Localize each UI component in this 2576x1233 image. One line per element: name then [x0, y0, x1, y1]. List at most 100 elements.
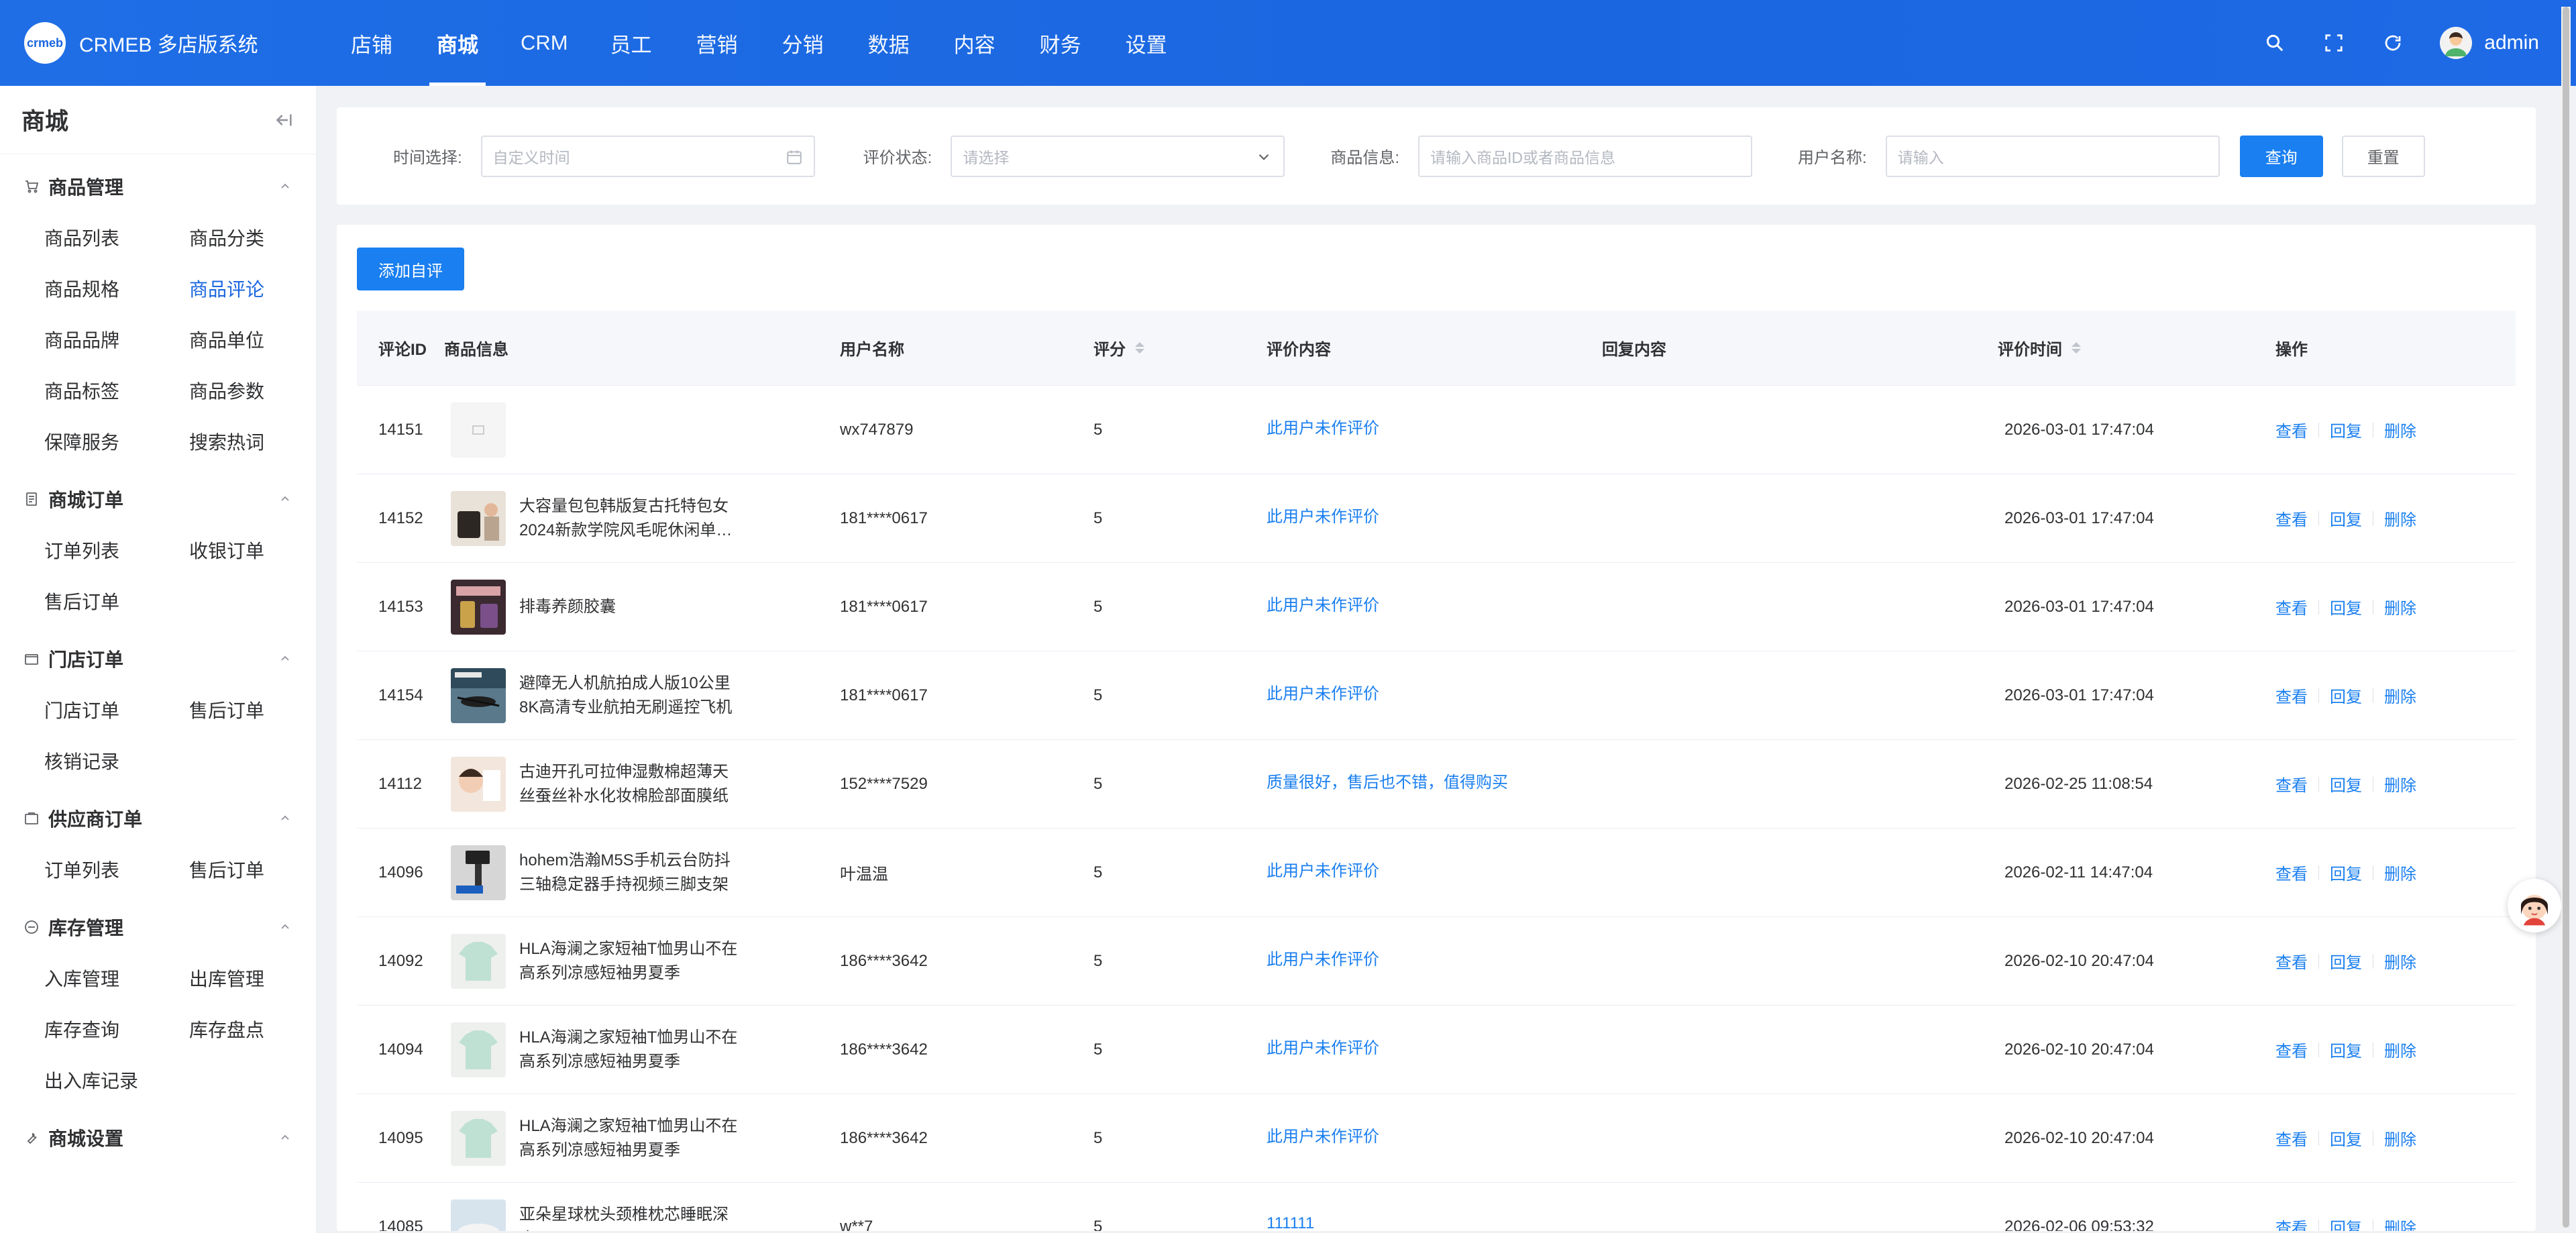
- reply-button[interactable]: 回复: [2330, 418, 2362, 441]
- reply-button[interactable]: 回复: [2330, 506, 2362, 530]
- sidebar-group-header[interactable]: 商城订单: [0, 474, 316, 525]
- topnav-item[interactable]: 店铺: [329, 0, 415, 86]
- reset-button[interactable]: 重置: [2341, 135, 2425, 177]
- query-button[interactable]: 查询: [2239, 135, 2323, 177]
- sidebar-item[interactable]: 保障服务: [44, 416, 189, 467]
- view-button[interactable]: 查看: [2275, 684, 2308, 707]
- sidebar-item[interactable]: 库存盘点: [189, 1004, 334, 1055]
- reply-button[interactable]: 回复: [2330, 1126, 2362, 1150]
- delete-button[interactable]: 删除: [2384, 506, 2416, 530]
- sidebar-item[interactable]: 出库管理: [189, 953, 334, 1004]
- sidebar-item[interactable]: 售后订单: [189, 684, 334, 735]
- reply-button[interactable]: 回复: [2330, 949, 2362, 973]
- product-thumbnail[interactable]: [451, 1199, 506, 1231]
- sidebar-item[interactable]: 商品分类: [189, 212, 334, 263]
- sidebar-group-header[interactable]: 库存管理: [0, 902, 316, 953]
- product-thumbnail[interactable]: [451, 933, 506, 989]
- sidebar-item[interactable]: 门店订单: [44, 684, 189, 735]
- product-thumbnail[interactable]: [451, 490, 506, 546]
- col-header-time[interactable]: 评价时间: [1990, 336, 2267, 360]
- delete-button[interactable]: 删除: [2384, 949, 2416, 973]
- product-thumbnail[interactable]: [451, 402, 506, 458]
- customer-service-avatar-icon[interactable]: [2508, 879, 2561, 932]
- sort-icon[interactable]: [2072, 342, 2081, 354]
- topnav-item[interactable]: 分销: [760, 0, 846, 86]
- topnav-item[interactable]: 财务: [1018, 0, 1104, 86]
- view-button[interactable]: 查看: [2275, 595, 2308, 619]
- delete-button[interactable]: 删除: [2384, 1038, 2416, 1061]
- product-thumbnail[interactable]: [451, 1110, 506, 1166]
- sidebar-item[interactable]: 订单列表: [44, 844, 189, 895]
- topnav-item[interactable]: 数据: [846, 0, 932, 86]
- sidebar-item[interactable]: 售后订单: [44, 576, 189, 627]
- col-header-score[interactable]: 评分: [1085, 336, 1258, 360]
- time-range-picker[interactable]: 自定义时间: [480, 135, 815, 177]
- sidebar-item[interactable]: 商品规格: [44, 263, 189, 314]
- product-thumbnail[interactable]: [451, 756, 506, 812]
- user-menu[interactable]: admin: [2440, 27, 2539, 59]
- refresh-icon[interactable]: [2381, 31, 2405, 55]
- topnav-item[interactable]: 内容: [932, 0, 1018, 86]
- view-button[interactable]: 查看: [2275, 772, 2308, 796]
- sort-icon[interactable]: [1135, 342, 1144, 354]
- search-icon[interactable]: [2263, 31, 2287, 55]
- collapse-sidebar-icon[interactable]: [272, 109, 294, 131]
- sidebar-item[interactable]: 商品品牌: [44, 314, 189, 365]
- username-input[interactable]: 请输入: [1885, 135, 2220, 177]
- app-logo[interactable]: crmeb CRMEB 多店版系统: [0, 22, 329, 64]
- sidebar-group-header[interactable]: 供应商订单: [0, 793, 316, 844]
- sidebar-group-header[interactable]: 商城设置: [0, 1112, 316, 1163]
- sidebar-item[interactable]: 入库管理: [44, 953, 189, 1004]
- status-select[interactable]: 请选择: [951, 135, 1285, 177]
- view-button[interactable]: 查看: [2275, 418, 2308, 441]
- reply-button[interactable]: 回复: [2330, 684, 2362, 707]
- reply-button[interactable]: 回复: [2330, 1038, 2362, 1061]
- sidebar-item[interactable]: 商品标签: [44, 365, 189, 416]
- sidebar-item[interactable]: 收银订单: [189, 525, 334, 576]
- sidebar-item[interactable]: 商品评论: [189, 263, 334, 314]
- delete-button[interactable]: 删除: [2384, 1215, 2416, 1231]
- sidebar-item[interactable]: 库存查询: [44, 1004, 189, 1055]
- topnav-item[interactable]: 商城: [415, 0, 500, 86]
- sidebar-item[interactable]: 核销记录: [44, 735, 189, 786]
- reply-button[interactable]: 回复: [2330, 595, 2362, 619]
- fullscreen-icon[interactable]: [2322, 31, 2346, 55]
- add-self-review-button[interactable]: 添加自评: [357, 248, 464, 290]
- reply-button[interactable]: 回复: [2330, 772, 2362, 796]
- delete-button[interactable]: 删除: [2384, 418, 2416, 441]
- view-button[interactable]: 查看: [2275, 1126, 2308, 1150]
- sidebar-item[interactable]: 商品参数: [189, 365, 334, 416]
- topnav-item[interactable]: 员工: [588, 0, 674, 86]
- view-button[interactable]: 查看: [2275, 949, 2308, 973]
- sidebar-item[interactable]: 商品单位: [189, 314, 334, 365]
- delete-button[interactable]: 删除: [2384, 1126, 2416, 1150]
- delete-button[interactable]: 删除: [2384, 684, 2416, 707]
- topnav-item[interactable]: 营销: [674, 0, 760, 86]
- view-button[interactable]: 查看: [2275, 861, 2308, 884]
- scrollbar-thumb[interactable]: [2563, 7, 2569, 1228]
- sidebar-group-header[interactable]: 商品管理: [0, 161, 316, 212]
- page-scrollbar[interactable]: [2561, 7, 2571, 1228]
- reply-button[interactable]: 回复: [2330, 861, 2362, 884]
- topnav-item[interactable]: 设置: [1104, 0, 1189, 86]
- sidebar-item[interactable]: 搜索热词: [189, 416, 334, 467]
- product-thumbnail[interactable]: [451, 667, 506, 723]
- sidebar-item[interactable]: 出入库记录: [44, 1055, 189, 1106]
- delete-button[interactable]: 删除: [2384, 595, 2416, 619]
- sidebar-item[interactable]: 商品列表: [44, 212, 189, 263]
- product-thumbnail[interactable]: [451, 845, 506, 900]
- sidebar-group-header[interactable]: 门店订单: [0, 633, 316, 684]
- sidebar-item[interactable]: 订单列表: [44, 525, 189, 576]
- product-thumbnail[interactable]: [451, 579, 506, 635]
- view-button[interactable]: 查看: [2275, 1215, 2308, 1231]
- sidebar-item[interactable]: 售后订单: [189, 844, 334, 895]
- view-button[interactable]: 查看: [2275, 1038, 2308, 1061]
- delete-button[interactable]: 删除: [2384, 861, 2416, 884]
- delete-button[interactable]: 删除: [2384, 772, 2416, 796]
- topnav-item[interactable]: CRM: [500, 0, 588, 86]
- view-button[interactable]: 查看: [2275, 506, 2308, 530]
- score: 5: [1093, 863, 1103, 881]
- product-search-input[interactable]: 请输入商品ID或者商品信息: [1418, 135, 1753, 177]
- reply-button[interactable]: 回复: [2330, 1215, 2362, 1231]
- product-thumbnail[interactable]: [451, 1022, 506, 1077]
